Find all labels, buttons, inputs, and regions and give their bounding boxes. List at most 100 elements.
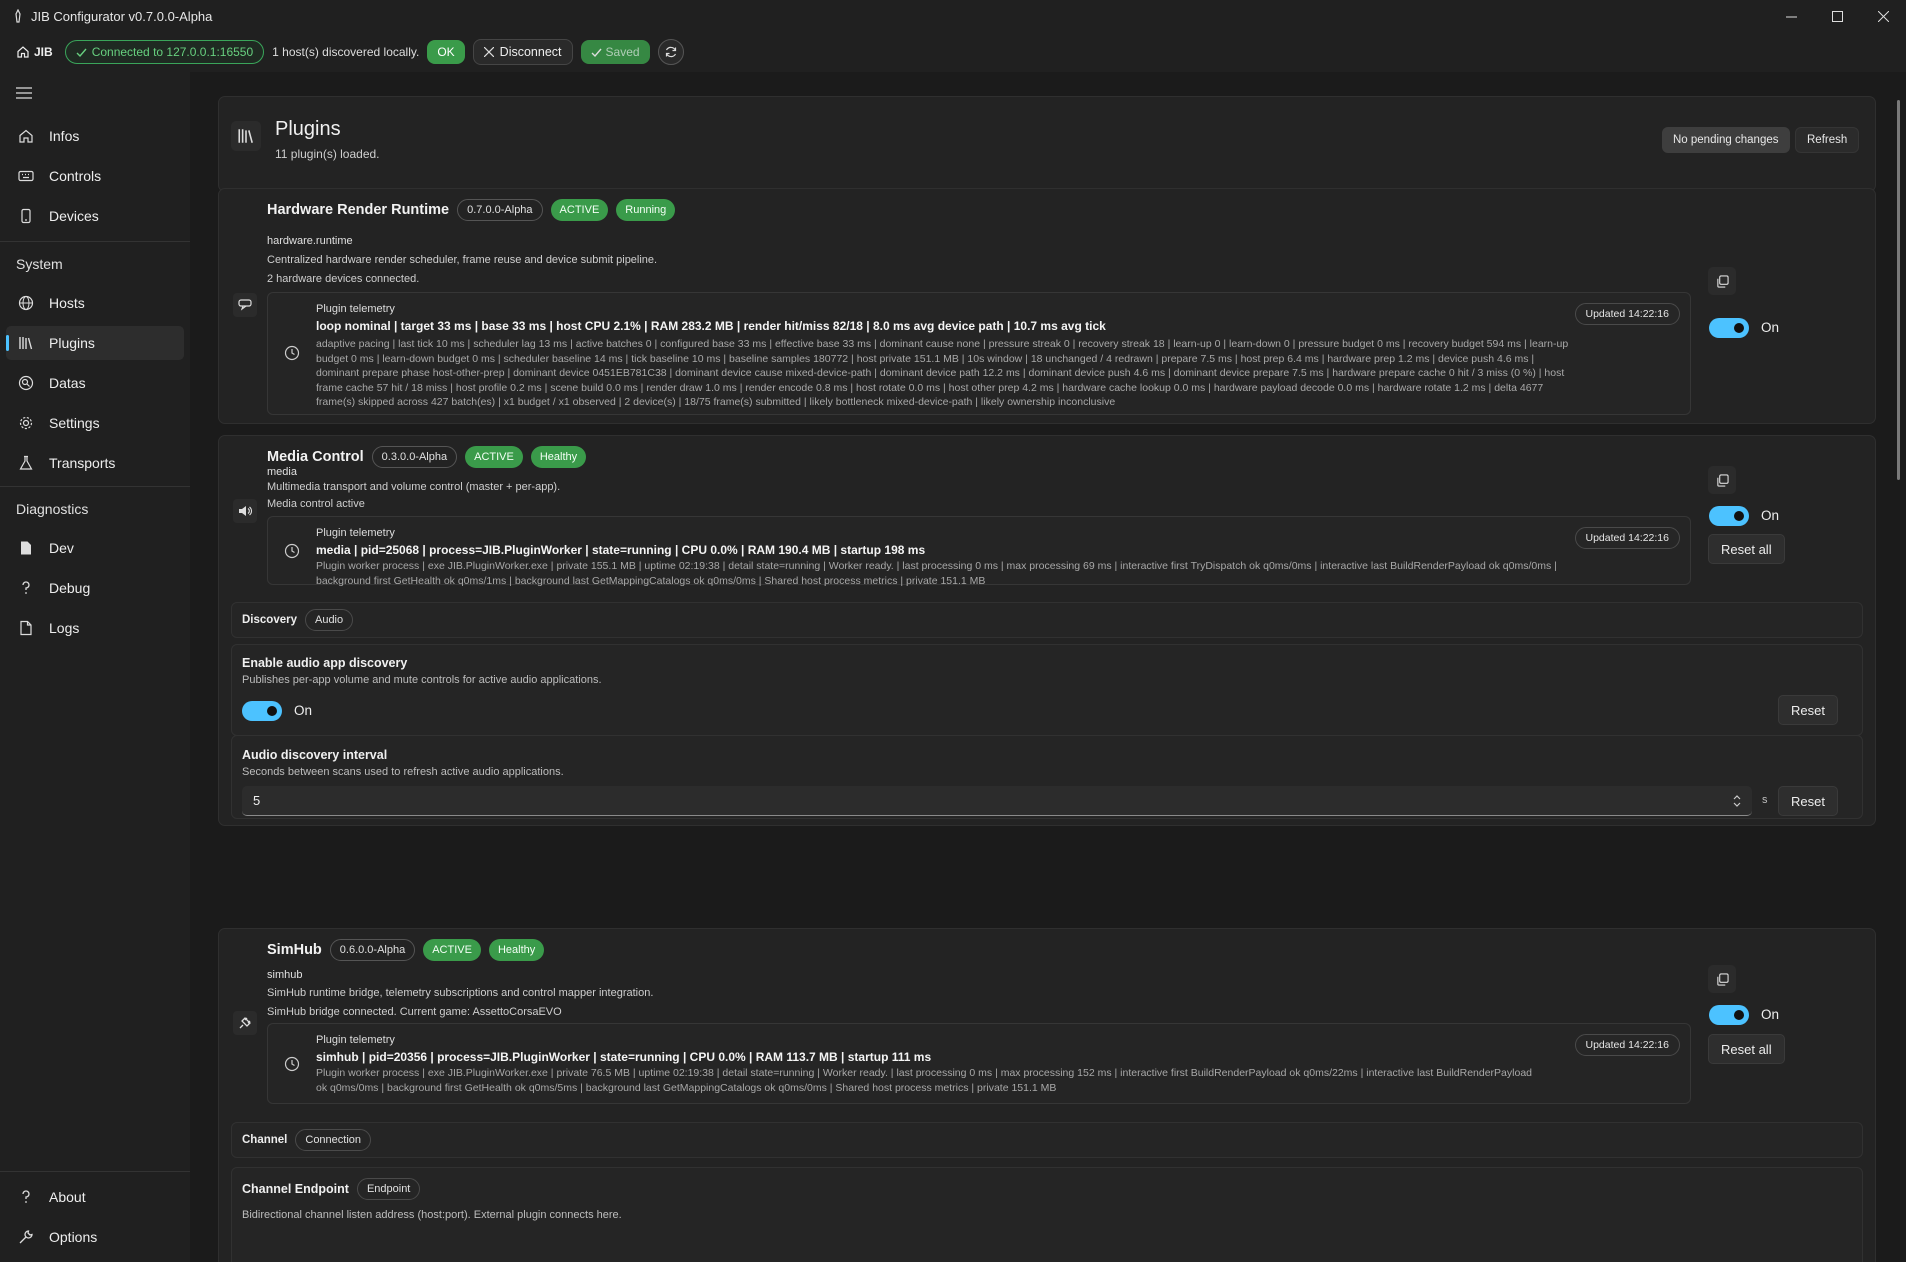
setting-chip: Endpoint (356, 1178, 421, 1200)
input-value: 5 (253, 793, 261, 808)
reset-all-button[interactable]: Reset all (1708, 1034, 1785, 1064)
sidebar-item-label: About (49, 1189, 86, 1205)
reset-button[interactable]: Reset (1778, 786, 1838, 816)
saved-label: Saved (605, 45, 640, 59)
sidebar-group-diagnostics: Diagnostics (16, 501, 89, 517)
sidebar: Infos Controls Devices System Hosts Plug… (0, 72, 190, 1262)
ok-button[interactable]: OK (427, 40, 465, 64)
library-icon (231, 121, 261, 151)
data-icon (17, 374, 35, 392)
plugin-enabled-toggle[interactable] (1709, 506, 1749, 526)
window-controls (1768, 0, 1906, 32)
scrollbar-thumb[interactable] (1897, 100, 1900, 480)
home-button[interactable]: JIB (16, 45, 53, 59)
sidebar-item-debug[interactable]: Debug (6, 571, 184, 605)
refresh-button[interactable]: Refresh (1795, 127, 1860, 153)
title-bar: JIB Configurator v0.7.0.0-Alpha (0, 0, 1906, 32)
state-badge: ACTIVE (550, 199, 609, 221)
telemetry-title: Plugin telemetry (316, 527, 395, 539)
toggle-label: On (1761, 1007, 1780, 1022)
copy-button[interactable] (1708, 965, 1736, 993)
keyboard-icon (17, 167, 35, 185)
hamburger-icon (16, 87, 32, 99)
telemetry-summary: simhub | pid=20356 | process=JIB.PluginW… (316, 1050, 932, 1064)
telemetry-summary: loop nominal | target 33 ms | base 33 ms… (316, 319, 1106, 333)
version-badge: 0.7.0.0-Alpha (457, 199, 543, 221)
close-icon (483, 47, 494, 57)
saved-button[interactable]: Saved (580, 40, 650, 64)
reset-button[interactable]: Reset (1778, 695, 1838, 725)
sidebar-group-system: System (16, 256, 63, 272)
gear-icon (17, 414, 35, 432)
sidebar-item-label: Datas (49, 375, 86, 391)
copy-button[interactable] (1708, 466, 1736, 494)
sidebar-item-settings[interactable]: Settings (6, 406, 184, 440)
chat-icon (233, 293, 257, 317)
state-badge: ACTIVE (465, 446, 523, 468)
telemetry-summary: media | pid=25068 | process=JIB.PluginWo… (316, 543, 926, 557)
updated-badge: Updated 14:22:16 (1574, 1034, 1680, 1056)
setting-audio-discovery: Enable audio app discovery Publishes per… (231, 644, 1863, 736)
plugin-status: 2 hardware devices connected. (267, 273, 420, 285)
setting-description: Publishes per-app volume and mute contro… (242, 674, 602, 686)
library-icon (17, 334, 35, 352)
disconnect-label: Disconnect (499, 45, 562, 59)
hamburger-menu-button[interactable] (16, 86, 32, 102)
section-title: Channel (242, 1134, 288, 1146)
sidebar-item-logs[interactable]: Logs (6, 611, 184, 645)
sidebar-item-dev[interactable]: Dev (6, 531, 184, 565)
disconnect-button[interactable]: Disconnect (472, 39, 573, 65)
home-label: JIB (34, 45, 53, 59)
copy-icon (1716, 274, 1729, 288)
sidebar-item-about[interactable]: About (6, 1180, 184, 1214)
sidebar-item-datas[interactable]: Datas (6, 366, 184, 400)
copy-button[interactable] (1708, 267, 1736, 295)
interval-number-input[interactable]: 5 (242, 786, 1752, 816)
sidebar-item-devices[interactable]: Devices (6, 199, 184, 233)
unit-label: s (1762, 794, 1768, 806)
clock-icon (284, 543, 300, 559)
sidebar-item-label: Plugins (49, 335, 95, 351)
sidebar-item-hosts[interactable]: Hosts (6, 286, 184, 320)
stepper-icon[interactable] (1732, 794, 1742, 808)
reset-all-button[interactable]: Reset all (1708, 534, 1785, 564)
telemetry-detail: Plugin worker process | exe JIB.PluginWo… (316, 1067, 1533, 1094)
telemetry-panel: Plugin telemetry simhub | pid=20356 | pr… (267, 1023, 1691, 1104)
section-title-row: Discovery Audio (242, 609, 354, 631)
page-icon (17, 619, 35, 637)
plugin-enabled-toggle[interactable] (1709, 318, 1749, 338)
setting-description: Bidirectional channel listen address (ho… (242, 1209, 622, 1221)
sidebar-item-plugins[interactable]: Plugins (6, 326, 184, 360)
plugin-status: SimHub bridge connected. Current game: A… (267, 1006, 562, 1018)
audio-discovery-toggle[interactable] (242, 701, 282, 721)
sidebar-item-infos[interactable]: Infos (6, 119, 184, 153)
sidebar-item-label: Hosts (49, 295, 85, 311)
sidebar-item-options[interactable]: Options (6, 1220, 184, 1254)
pending-changes-button[interactable]: No pending changes (1662, 127, 1790, 153)
copy-icon (1716, 473, 1729, 487)
sync-icon (665, 46, 676, 58)
health-badge: Running (616, 199, 676, 221)
check-icon (76, 48, 87, 57)
toggle-label: On (294, 703, 313, 718)
phone-icon (17, 207, 35, 225)
plugin-description: SimHub runtime bridge, telemetry subscri… (267, 987, 654, 999)
sidebar-item-label: Settings (49, 415, 100, 431)
telemetry-detail: Plugin worker process | exe JIB.PluginWo… (316, 560, 1557, 587)
section-chip: Connection (295, 1129, 372, 1151)
plugin-description: Centralized hardware render scheduler, f… (267, 254, 658, 266)
check-icon (591, 48, 602, 57)
plugin-description: Multimedia transport and volume control … (267, 481, 561, 493)
plugin-id: hardware.runtime (267, 235, 353, 247)
main-content: Plugins 11 plugin(s) loaded. No pending … (190, 72, 1906, 1262)
telemetry-panel: Plugin telemetry loop nominal | target 3… (267, 292, 1691, 415)
maximize-button[interactable] (1814, 0, 1860, 32)
sync-button[interactable] (657, 39, 684, 65)
plugin-name: Hardware Render Runtime (267, 202, 450, 218)
close-button[interactable] (1860, 0, 1906, 32)
sidebar-item-transports[interactable]: Transports (6, 446, 184, 480)
sidebar-item-controls[interactable]: Controls (6, 159, 184, 193)
minimize-button[interactable] (1768, 0, 1814, 32)
sidebar-item-label: Options (49, 1229, 98, 1245)
plugin-enabled-toggle[interactable] (1709, 1005, 1749, 1025)
